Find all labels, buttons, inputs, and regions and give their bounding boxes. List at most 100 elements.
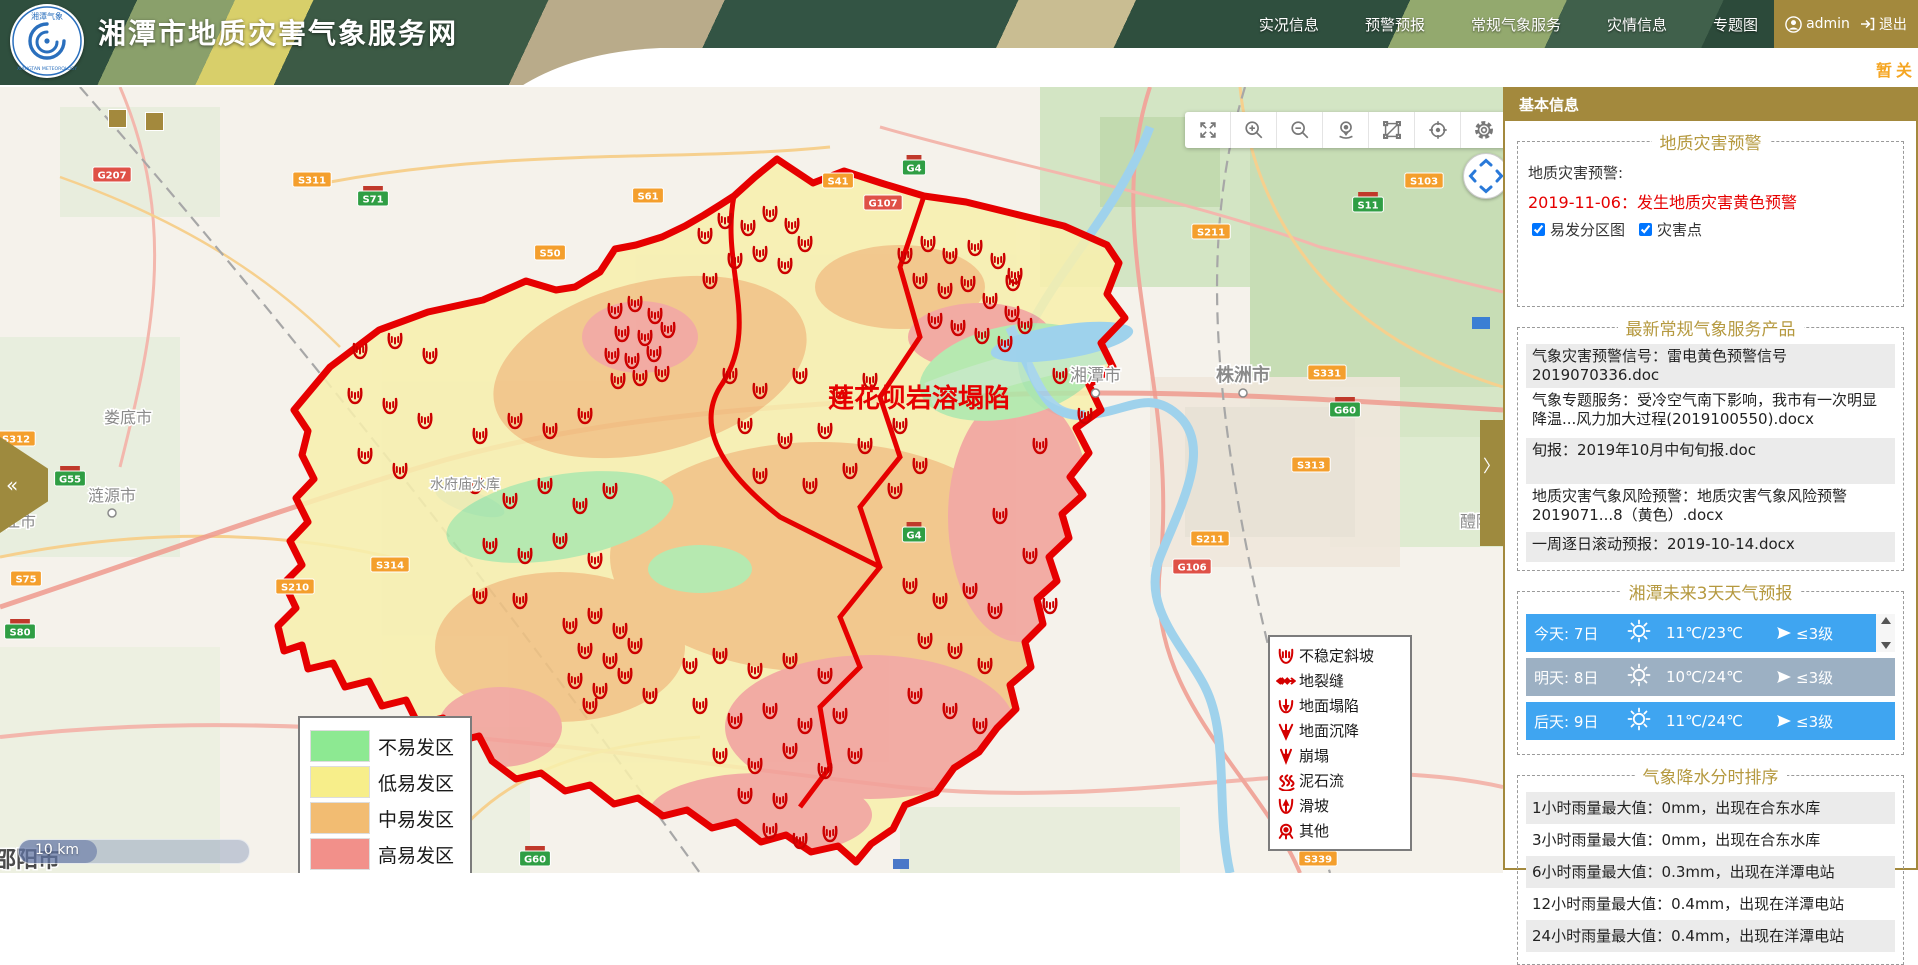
- product-row[interactable]: 一周逐日滚动预报：2019-10-14.docx: [1526, 532, 1895, 562]
- page-title: 湘潭市地质灾害气象服务网: [98, 12, 458, 52]
- nav-item-1[interactable]: 实况信息: [1259, 14, 1319, 35]
- scroll-up-icon[interactable]: [1881, 617, 1891, 624]
- sidebar-header: 基本信息: [1505, 87, 1916, 121]
- symbol-legend-label: 其他: [1299, 820, 1329, 841]
- wind-direction-icon: [1776, 625, 1792, 641]
- zone-legend-row: 中易发区: [310, 802, 460, 834]
- svg-text:G55: G55: [59, 475, 81, 486]
- forecast-row: 今天: 7日11℃/23℃≤3级: [1526, 614, 1895, 652]
- symbol-legend-row: 不稳定斜坡: [1276, 643, 1404, 668]
- zone-layer-checkbox[interactable]: [1532, 223, 1545, 236]
- geo-warning-label: 地质灾害预警:: [1528, 162, 1893, 183]
- map-canvas[interactable]: G207S311S71S61S50S41G4G107S211S103S11S33…: [0, 87, 1503, 873]
- zone-legend-row: 高易发区: [310, 838, 460, 870]
- username[interactable]: admin: [1806, 16, 1850, 32]
- svg-text:G107: G107: [868, 199, 897, 210]
- nav-item-5[interactable]: 专题图: [1713, 14, 1758, 35]
- panel-forecast: 湘潭未来3天天气预报 今天: 7日11℃/23℃≤3级明天: 8日10℃/24℃…: [1517, 579, 1904, 755]
- map-city-label: 涟源市: [88, 486, 136, 505]
- logo-cloud-icon: 湘潭气象 XIANGTAN METEOROLOGY: [12, 6, 82, 76]
- product-row[interactable]: 气象灾害预警信号：雷电黄色预警信号2019070336.doc: [1526, 344, 1895, 388]
- road-shield: G207: [93, 167, 131, 182]
- road-shield: S211: [1191, 531, 1229, 546]
- symbol-legend-row: 泥石流: [1276, 768, 1404, 793]
- checkbox-zone-layer[interactable]: 易发分区图: [1528, 219, 1625, 240]
- sunny-icon: [1626, 706, 1652, 732]
- unstable-slope-icon: [1276, 646, 1296, 666]
- zone-color-swatch: [310, 838, 370, 870]
- rain-rank-row: 24小时雨量最大值：0.4mm，出现在洋潭电站: [1526, 920, 1895, 952]
- ground-subsidence-icon: [1276, 721, 1296, 741]
- map-toolbar: [1185, 112, 1503, 148]
- map-city-label: 湘潭市: [1070, 366, 1121, 386]
- collapse-right-tab[interactable]: 〉: [1480, 420, 1503, 546]
- zoom-in-icon[interactable]: [1231, 112, 1277, 148]
- svg-text:S50: S50: [539, 249, 560, 260]
- forecast-temperature: 11℃/23℃: [1666, 624, 1776, 642]
- panel-geo-warning-title: 地质灾害预警: [1652, 129, 1770, 154]
- landslide-icon: [1276, 796, 1296, 816]
- symbol-legend: 不稳定斜坡地裂缝地面塌陷地面沉降崩塌泥石流滑坡其他: [1268, 635, 1412, 851]
- wind-direction-icon: [1776, 669, 1792, 685]
- forecast-weather-icon: [1626, 706, 1666, 736]
- symbol-legend-row: 地面沉降: [1276, 718, 1404, 743]
- forecast-weather-icon: [1626, 662, 1666, 692]
- svg-text:G60: G60: [524, 855, 546, 866]
- svg-text:S314: S314: [376, 561, 404, 572]
- road-shield: S103: [1405, 173, 1443, 188]
- panel-rain-title: 气象降水分时排序: [1635, 763, 1787, 788]
- symbol-legend-label: 不稳定斜坡: [1299, 645, 1374, 666]
- svg-text:湘潭气象: 湘潭气象: [31, 11, 63, 21]
- crosshair-icon[interactable]: [1415, 112, 1461, 148]
- polygon-select-icon[interactable]: [1369, 112, 1415, 148]
- symbol-legend-label: 地面塌陷: [1299, 695, 1359, 716]
- hazard-points-checkbox[interactable]: [1639, 223, 1652, 236]
- nav-item-4[interactable]: 灾情信息: [1607, 14, 1667, 35]
- debris-flow-icon: [1276, 771, 1296, 791]
- forecast-row: 后天: 9日11℃/24℃≤3级: [1526, 702, 1895, 740]
- gear-icon[interactable]: [1461, 112, 1503, 148]
- svg-text:S71: S71: [362, 195, 383, 206]
- panel-geo-warning: 地质灾害预警 地质灾害预警: 2019-11-06：发生地质灾害黄色预警 易发分…: [1517, 129, 1904, 307]
- svg-text:S331: S331: [1313, 369, 1341, 380]
- checkbox-hazard-points[interactable]: 灾害点: [1635, 219, 1702, 240]
- forecast-scrollbar[interactable]: [1876, 614, 1895, 652]
- logout-button[interactable]: 退出: [1879, 14, 1907, 34]
- panel-rain: 气象降水分时排序 1小时雨量最大值：0mm，出现在合东水库3小时雨量最大值：0m…: [1517, 763, 1904, 965]
- zoom-out-icon[interactable]: [1277, 112, 1323, 148]
- road-shield: S61: [633, 188, 664, 203]
- pan-down-icon: [1481, 187, 1491, 192]
- fullscreen-icon[interactable]: [1185, 112, 1231, 148]
- panel-products: 最新常规气象服务产品 气象灾害预警信号：雷电黄色预警信号2019070336.d…: [1517, 315, 1904, 571]
- pan-control[interactable]: [1463, 153, 1503, 199]
- map-layer-button-2[interactable]: [145, 112, 164, 131]
- road-shield: S331: [1308, 365, 1346, 380]
- nav-item-3[interactable]: 常规气象服务: [1471, 14, 1561, 35]
- logout-icon: [1860, 17, 1875, 31]
- symbol-legend-row: 滑坡: [1276, 793, 1404, 818]
- product-row[interactable]: 地质灾害气象风险预警：地质灾害气象风险预警2019071...8（黄色）.doc…: [1526, 484, 1895, 532]
- zone-color-swatch: [310, 730, 370, 762]
- pan-up-icon: [1481, 161, 1491, 166]
- site-logo: 湘潭气象 XIANGTAN METEOROLOGY: [10, 4, 84, 78]
- nav-item-2[interactable]: 预警预报: [1365, 14, 1425, 35]
- location-pin-icon[interactable]: [1323, 112, 1369, 148]
- svg-text:S211: S211: [1197, 228, 1225, 239]
- panel-forecast-title: 湘潭未来3天天气预报: [1621, 579, 1801, 604]
- svg-text:S61: S61: [637, 192, 658, 203]
- zone-color-swatch: [310, 766, 370, 798]
- road-shield: S50: [535, 245, 566, 260]
- ground-collapse-icon: [1276, 696, 1296, 716]
- product-row[interactable]: 旬报：2019年10月中旬旬报.doc: [1526, 438, 1895, 484]
- blue-map-marker[interactable]: [1472, 317, 1490, 329]
- zone-legend-label: 低易发区: [378, 769, 454, 796]
- wind-direction-icon: [1776, 713, 1792, 729]
- svg-text:S339: S339: [1304, 855, 1332, 866]
- symbol-legend-label: 地面沉降: [1299, 720, 1359, 741]
- symbol-legend-label: 地裂缝: [1299, 670, 1344, 691]
- product-row[interactable]: 气象专题服务：受冷空气南下影响，我市有一次明显降温...风力加大过程(20191…: [1526, 388, 1895, 438]
- forecast-day: 今天: 7日: [1526, 623, 1626, 644]
- pan-right-icon: [1497, 171, 1502, 181]
- scroll-down-icon[interactable]: [1881, 642, 1891, 649]
- map-layer-button-1[interactable]: [108, 109, 127, 128]
